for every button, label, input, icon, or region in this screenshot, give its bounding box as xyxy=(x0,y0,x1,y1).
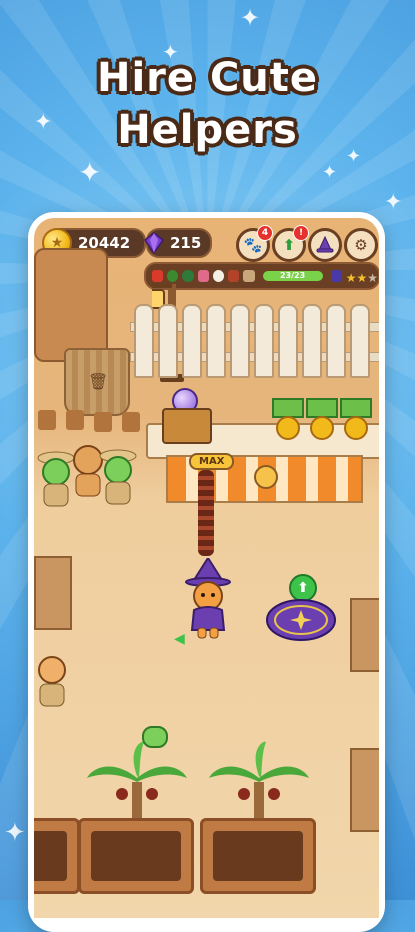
trash-icon: 🗑 xyxy=(88,372,109,391)
trash-basket[interactable]: 🗑 xyxy=(64,348,130,416)
sparkle-icon: ✦ xyxy=(240,4,261,32)
planter-soil xyxy=(213,831,303,881)
planter-box[interactable] xyxy=(78,818,194,894)
wizard-shop-button[interactable] xyxy=(308,228,342,262)
door-icon xyxy=(330,270,342,282)
fence-post xyxy=(134,304,154,378)
wizard-cat-player[interactable] xyxy=(182,558,234,640)
register-icon xyxy=(162,408,212,444)
promo-headline: Hire Cute Helpers xyxy=(0,52,415,156)
gear-icon: ⚙ xyxy=(354,236,368,254)
wizard-hat-icon xyxy=(316,236,334,253)
money-stack xyxy=(306,398,338,440)
planter-box[interactable] xyxy=(34,818,80,894)
fence-post xyxy=(350,304,370,378)
cake-icon xyxy=(228,270,240,282)
coffee-bean-stack xyxy=(198,470,214,556)
pot-icon xyxy=(94,412,112,432)
sparkle-icon: ✦ xyxy=(4,818,26,848)
sparkle-icon: ✦ xyxy=(322,162,338,183)
flower-pots xyxy=(34,410,144,438)
star-icon: ★ xyxy=(367,270,379,285)
headline-line-2: Helpers xyxy=(117,107,298,153)
planter-box[interactable] xyxy=(200,818,316,894)
frog-helper xyxy=(142,726,168,748)
quest-progress-bar: 23/23 xyxy=(262,271,323,281)
settings-button[interactable]: ⚙ xyxy=(344,228,378,262)
helpers-button[interactable]: 🐾 4 xyxy=(236,225,273,262)
star-icon: ★ xyxy=(356,270,368,285)
cash-icon xyxy=(306,398,338,418)
star-icon: ★ xyxy=(345,270,357,285)
cash-register[interactable] xyxy=(162,388,212,444)
planter-soil xyxy=(34,831,67,881)
cash-icon xyxy=(340,398,372,418)
fence-post xyxy=(206,304,226,378)
money-stack xyxy=(272,398,304,440)
fence-post xyxy=(158,304,178,378)
fence-post xyxy=(182,304,202,378)
upgrades-badge: ! xyxy=(293,225,309,241)
game-screen: ★ 20442 215 🐾 4 ⬆ ! ⚙ 23/23 ★★★ 🗑 MAX ◀ … xyxy=(34,218,379,918)
watermelon-crate[interactable] xyxy=(350,598,379,672)
coin-icon xyxy=(276,416,300,440)
fence-post xyxy=(254,304,274,378)
flower-icon xyxy=(197,270,209,282)
quest-progress-text: 23/23 xyxy=(279,271,306,280)
headline-line-1: Hire Cute xyxy=(96,55,319,101)
potion-sign-icon xyxy=(254,465,278,489)
card-icon xyxy=(243,270,255,282)
green-arrow-up-icon: ⬆ xyxy=(282,236,296,254)
gem-amount: 215 xyxy=(170,234,202,252)
sparkle-icon: ✦ xyxy=(78,156,102,189)
fence-post xyxy=(326,304,346,378)
watermelon-crate[interactable] xyxy=(350,748,379,832)
pot-icon xyxy=(66,410,84,430)
planter-soil xyxy=(91,831,181,881)
fence-post xyxy=(230,304,250,378)
frog-helper xyxy=(99,449,137,505)
pot-icon xyxy=(122,412,140,432)
wooden-crate xyxy=(34,556,72,630)
gem-counter: 215 xyxy=(144,228,212,258)
cash-icon xyxy=(272,398,304,418)
rock-pillar xyxy=(34,248,108,362)
egg-icon xyxy=(212,270,225,282)
sparkle-icon: ✦ xyxy=(384,190,403,215)
money-stack xyxy=(340,398,372,440)
coin-icon xyxy=(310,416,334,440)
upgrade-pad[interactable] xyxy=(266,596,336,642)
helpers-badge: 4 xyxy=(257,225,273,241)
fence-post xyxy=(302,304,322,378)
direction-arrow-icon: ◀ xyxy=(174,631,185,647)
quest-stars: ★★★ xyxy=(346,267,378,286)
gem-icon xyxy=(144,232,164,254)
coin-icon xyxy=(344,416,368,440)
upgrades-button[interactable]: ⬆ ! xyxy=(272,225,309,262)
fence-post xyxy=(278,304,298,378)
max-label: MAX xyxy=(189,453,235,470)
fox-helper xyxy=(38,656,66,707)
pot-icon xyxy=(38,410,56,430)
